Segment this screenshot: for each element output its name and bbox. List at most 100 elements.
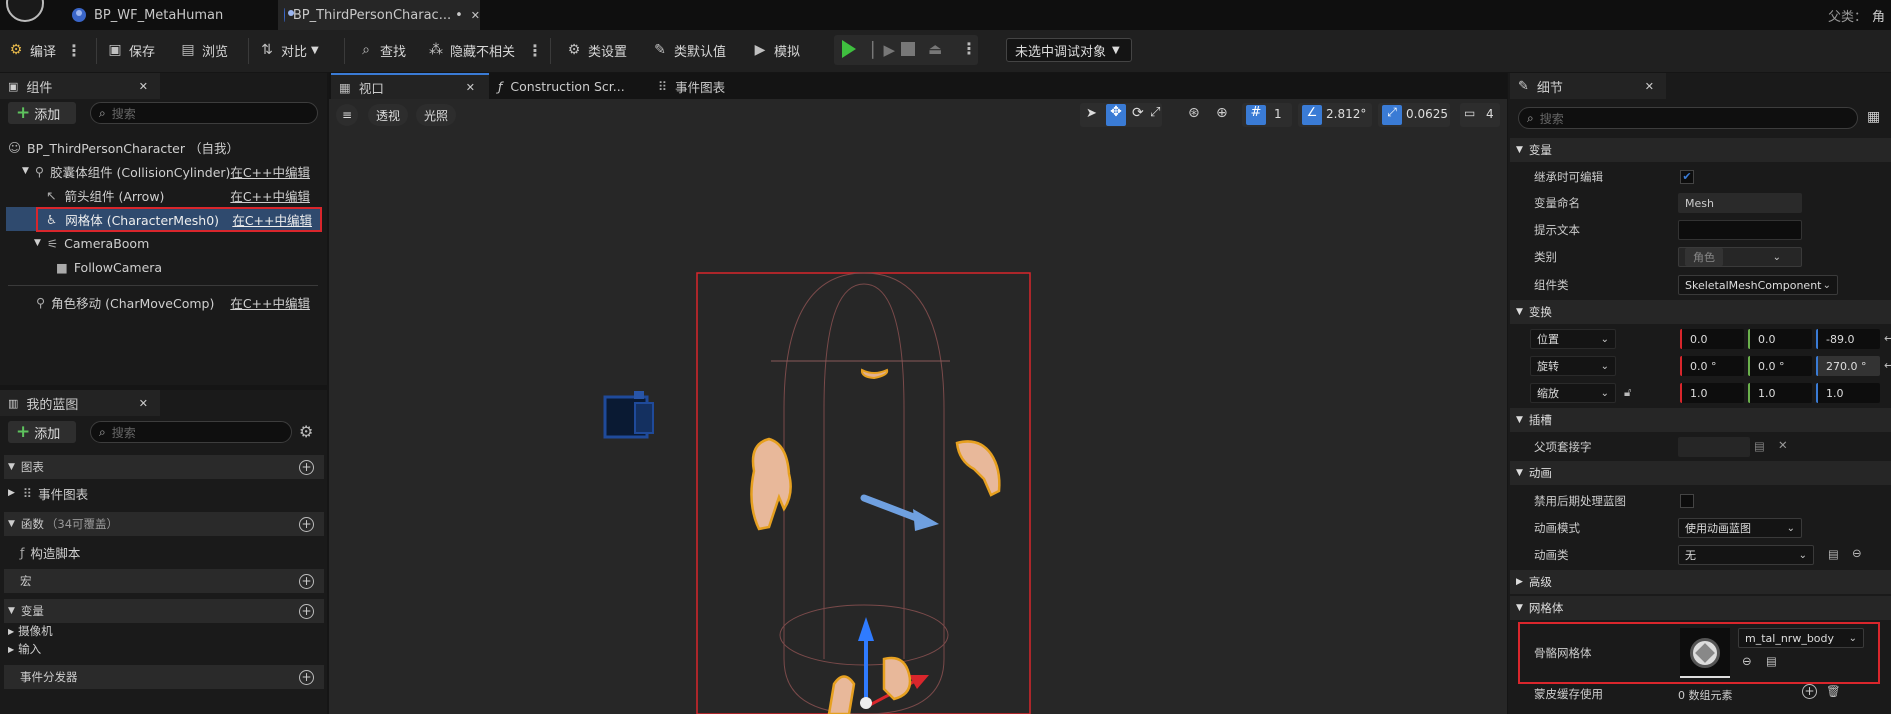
component-followcamera[interactable]: ■ FollowCamera <box>8 255 318 279</box>
variable-category-camera[interactable]: ▶ 摄像机 <box>8 622 318 640</box>
event-dispatchers-section[interactable]: 事件分发器 + <box>4 665 324 689</box>
construction-script-item[interactable]: ƒ 构造脚本 <box>8 540 318 564</box>
graphs-section[interactable]: ▼ 图表 + <box>4 455 324 479</box>
component-arrow[interactable]: ↖ 箭头组件 (Arrow) 在C++中编辑 <box>8 183 318 207</box>
editable-inherited-checkbox[interactable]: ✔ <box>1680 170 1694 184</box>
tab-bp-thirdperson[interactable]: BP_ThirdPersonCharac... • ✕ <box>278 0 480 30</box>
add-component-button[interactable]: + 添加 <box>8 102 76 124</box>
details-tab[interactable]: ✎ 细节 ✕ <box>1510 73 1666 99</box>
lock-icon[interactable]: 🔓︎ <box>1624 385 1631 400</box>
variables-section[interactable]: ▼ 变量 + <box>4 599 324 623</box>
browse-socket-icon[interactable]: ▤ <box>1754 439 1765 453</box>
reset-arrow-icon[interactable]: ↩ <box>1884 358 1891 372</box>
class-settings-button[interactable]: ⚙ 类设置 <box>566 35 627 65</box>
clear-icon[interactable]: ✕ <box>1778 438 1788 452</box>
close-icon[interactable]: ✕ <box>466 81 475 94</box>
tab-close-icon[interactable]: ✕ <box>471 9 480 22</box>
class-defaults-button[interactable]: ✎ 类默认值 <box>652 35 726 65</box>
section-advanced[interactable]: ▶ 高级 <box>1510 570 1891 594</box>
step-icon[interactable]: ▏▶ <box>872 41 895 59</box>
parent-class-value[interactable]: 角 <box>1872 6 1885 25</box>
add-element-icon[interactable]: + <box>1802 684 1817 699</box>
tab-construction-script[interactable]: ƒ Construction Scr... <box>498 73 648 99</box>
my-blueprint-tab[interactable]: ▥ 我的蓝图 ✕ <box>0 390 160 416</box>
variable-name-field[interactable]: Mesh <box>1678 193 1802 213</box>
diff-button[interactable]: ⇅ 对比 ▼ <box>259 35 319 65</box>
more-options-icon[interactable]: ⋮ <box>527 41 543 60</box>
rotation-y-field[interactable]: 0.0 ° <box>1748 356 1812 376</box>
functions-section[interactable]: ▼ 函数 （34可覆盖） + <box>4 512 324 536</box>
stop-icon[interactable] <box>901 42 915 56</box>
gear-icon[interactable]: ⚙ <box>299 422 313 441</box>
parent-class-label: 父类： <box>1828 10 1868 25</box>
component-root[interactable]: ☺ BP_ThirdPersonCharacter （自我） <box>8 135 318 159</box>
location-z-field[interactable]: -89.0 <box>1816 329 1880 349</box>
section-transform[interactable]: ▼ 变换 <box>1510 300 1891 324</box>
scale-x-field[interactable]: 1.0 <box>1680 383 1744 403</box>
browse-button[interactable]: ▤ 浏览 <box>180 35 228 65</box>
variable-category-input[interactable]: ▶ 输入 <box>8 640 318 658</box>
edit-in-cpp-link[interactable]: 在C++中编辑 <box>230 162 310 181</box>
disable-post-process-checkbox[interactable] <box>1680 494 1694 508</box>
rotation-mode-dropdown[interactable]: 旋转 ⌄ <box>1530 356 1616 376</box>
chevron-down-icon: ▼ <box>1112 44 1120 56</box>
add-function-icon[interactable]: + <box>299 516 314 532</box>
close-icon[interactable]: ✕ <box>1645 80 1654 93</box>
use-selected-icon[interactable]: ⊖ <box>1852 546 1862 560</box>
section-animation[interactable]: ▼ 动画 <box>1510 461 1891 485</box>
property-matrix-icon[interactable]: ▦ <box>1867 109 1880 125</box>
component-class-dropdown[interactable]: SkeletalMeshComponent ⌄ <box>1678 275 1838 295</box>
component-cameraboom[interactable]: ▼ ⚟ CameraBoom <box>8 231 318 255</box>
edit-in-cpp-link[interactable]: 在C++中编辑 <box>230 186 310 205</box>
location-mode-dropdown[interactable]: 位置 ⌄ <box>1530 329 1616 349</box>
add-variable-icon[interactable]: + <box>299 603 314 619</box>
save-button[interactable]: ▣ 保存 <box>107 35 155 65</box>
play-icon[interactable] <box>842 40 856 58</box>
reset-arrow-icon[interactable]: ↩ <box>1884 331 1891 345</box>
location-y-field[interactable]: 0.0 <box>1748 329 1812 349</box>
details-search-input[interactable]: ⌕ 搜索 <box>1518 107 1858 129</box>
location-x-field[interactable]: 0.0 <box>1680 329 1744 349</box>
category-dropdown[interactable]: 角色 ⌄ <box>1678 247 1802 267</box>
components-tab[interactable]: ▣ 组件 ✕ <box>0 73 160 99</box>
component-collision-cylinder[interactable]: ▼ ⚲ 胶囊体组件 (CollisionCylinder) 在C++中编辑 <box>8 159 318 183</box>
blueprint-search-input[interactable]: ⌕ 搜索 <box>90 421 292 443</box>
trash-icon[interactable]: 🗑︎ <box>1826 684 1841 698</box>
debug-target-dropdown[interactable]: 未选中调试对象 ▼ <box>1006 38 1132 62</box>
edit-in-cpp-link[interactable]: 在C++中编辑 <box>230 293 310 312</box>
tab-viewport[interactable]: ▦ 视口 ✕ <box>331 73 489 99</box>
add-member-button[interactable]: + 添加 <box>8 421 76 443</box>
component-charmovecomp[interactable]: ⚲ 角色移动 (CharMoveComp) 在C++中编辑 <box>8 290 318 314</box>
components-search-input[interactable]: ⌕ 搜索 <box>90 102 318 124</box>
section-variable[interactable]: ▼ 变量 <box>1510 138 1891 162</box>
chevron-down-icon: ▼ <box>8 462 15 472</box>
scale-z-field[interactable]: 1.0 <box>1816 383 1880 403</box>
rotation-z-field[interactable]: 270.0 ° <box>1816 356 1880 376</box>
find-button[interactable]: ⌕ 查找 <box>358 35 406 65</box>
simulate-button[interactable]: ▶ 模拟 <box>752 35 800 65</box>
event-graph-item[interactable]: ▶ ⠿ 事件图表 <box>8 481 318 505</box>
close-icon[interactable]: ✕ <box>139 397 148 410</box>
compile-button[interactable]: ⚙ 编译 ⋮ <box>8 35 82 65</box>
browse-asset-icon[interactable]: ▤ <box>1828 547 1839 561</box>
add-dispatcher-icon[interactable]: + <box>299 669 314 685</box>
scale-mode-dropdown[interactable]: 缩放 ⌄ <box>1530 383 1616 403</box>
macros-section[interactable]: 宏 + <box>4 569 324 593</box>
section-mesh[interactable]: ▼ 网格体 <box>1510 596 1891 620</box>
close-icon[interactable]: ✕ <box>139 80 148 93</box>
anim-class-dropdown[interactable]: 无 ⌄ <box>1678 545 1814 565</box>
section-sockets[interactable]: ▼ 插槽 <box>1510 408 1891 432</box>
tooltip-field[interactable] <box>1678 220 1802 240</box>
anim-mode-dropdown[interactable]: 使用动画蓝图 ⌄ <box>1678 518 1802 538</box>
scale-y-field[interactable]: 1.0 <box>1748 383 1812 403</box>
tab-bp-wf-metahuman[interactable]: BP_WF_MetaHuman <box>72 0 272 30</box>
eject-icon[interactable]: ⏏ <box>928 40 942 58</box>
rotation-x-field[interactable]: 0.0 ° <box>1680 356 1744 376</box>
add-graph-icon[interactable]: + <box>299 459 314 475</box>
play-options-icon[interactable]: ⋮ <box>961 39 977 58</box>
parent-socket-field[interactable] <box>1678 437 1750 457</box>
add-macro-icon[interactable]: + <box>299 573 314 589</box>
hide-unrelated-button[interactable]: ⁂ 隐藏不相关 ⋮ <box>428 35 543 65</box>
compile-options-icon[interactable]: ⋮ <box>66 41 82 60</box>
tab-event-graph[interactable]: ⠿ 事件图表 <box>658 73 778 99</box>
